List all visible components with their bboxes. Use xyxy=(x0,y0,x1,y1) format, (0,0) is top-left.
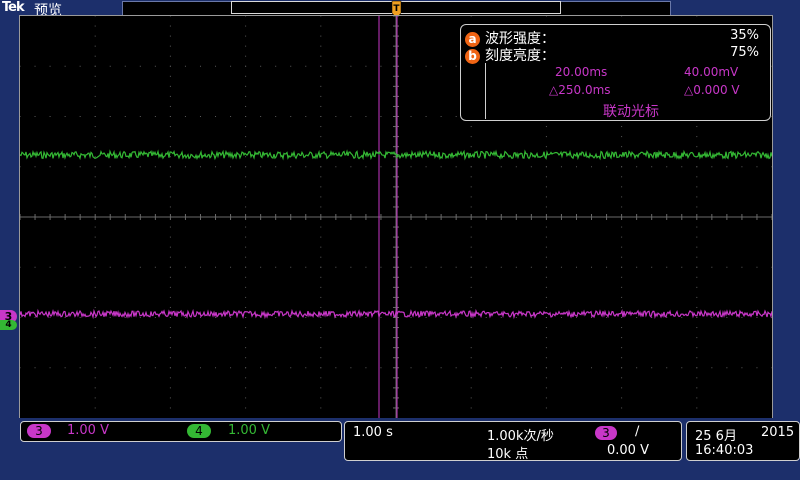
date: 25 6月 xyxy=(695,429,737,444)
graticule-intensity-value: 75% xyxy=(730,45,759,60)
knob-b-icon: b xyxy=(465,49,480,64)
overlay-divider xyxy=(485,63,486,119)
horizontal-trigger-box: 1.00 s 1.00k次/秒 10k 点 3 ∕ 0.00 V xyxy=(344,421,682,462)
trigger-slope-icon[interactable]: ∕ xyxy=(635,424,639,439)
sample-rate: 1.00k次/秒 xyxy=(487,429,554,444)
waveform-intensity-value: 35% xyxy=(730,28,759,43)
cursor-delta-time: △250.0ms xyxy=(549,83,611,97)
timebase[interactable]: 1.00 s xyxy=(353,425,393,440)
year: 2015 xyxy=(761,425,795,440)
record-length: 10k 点 xyxy=(487,447,529,462)
cursor-voltage: 40.00mV xyxy=(684,65,739,79)
svg-text:T: T xyxy=(393,4,400,14)
ch4-badge[interactable]: 4 xyxy=(187,424,211,438)
linked-cursors-label[interactable]: 联动光标 xyxy=(603,101,659,121)
waveform-intensity-row[interactable]: a 波形强度： 35% xyxy=(465,28,765,47)
top-status-bar: Tek 预览 T xyxy=(0,0,800,19)
graticule-intensity-label: 刻度亮度： xyxy=(485,48,555,64)
datetime-box: 25 6月 2015 16:40:03 xyxy=(686,421,800,461)
trigger-level[interactable]: 0.00 V xyxy=(607,443,649,458)
cursor-delta-voltage: △0.000 V xyxy=(684,83,740,97)
ch4-scale[interactable]: 1.00 V xyxy=(228,423,270,438)
bottom-status-bar: 3 1.00 V 4 1.00 V 1.00 s 1.00k次/秒 10k 点 … xyxy=(0,418,800,480)
ch3-scale[interactable]: 1.00 V xyxy=(67,423,109,438)
channel-scale-box: 3 1.00 V 4 1.00 V xyxy=(20,421,342,442)
display-settings-panel: a 波形强度： 35% b 刻度亮度： 75% 20.00ms 40.00mV △2… xyxy=(460,24,771,121)
ch3-badge[interactable]: 3 xyxy=(27,424,51,438)
brand-logo: Tek xyxy=(2,0,25,15)
cursor-time: 20.00ms xyxy=(555,65,608,79)
ch4-ground-marker[interactable]: 4 xyxy=(0,320,17,330)
graticule-intensity-row[interactable]: b 刻度亮度： 75% xyxy=(465,45,765,64)
time: 16:40:03 xyxy=(695,443,754,458)
trigger-source-badge[interactable]: 3 xyxy=(595,426,617,440)
